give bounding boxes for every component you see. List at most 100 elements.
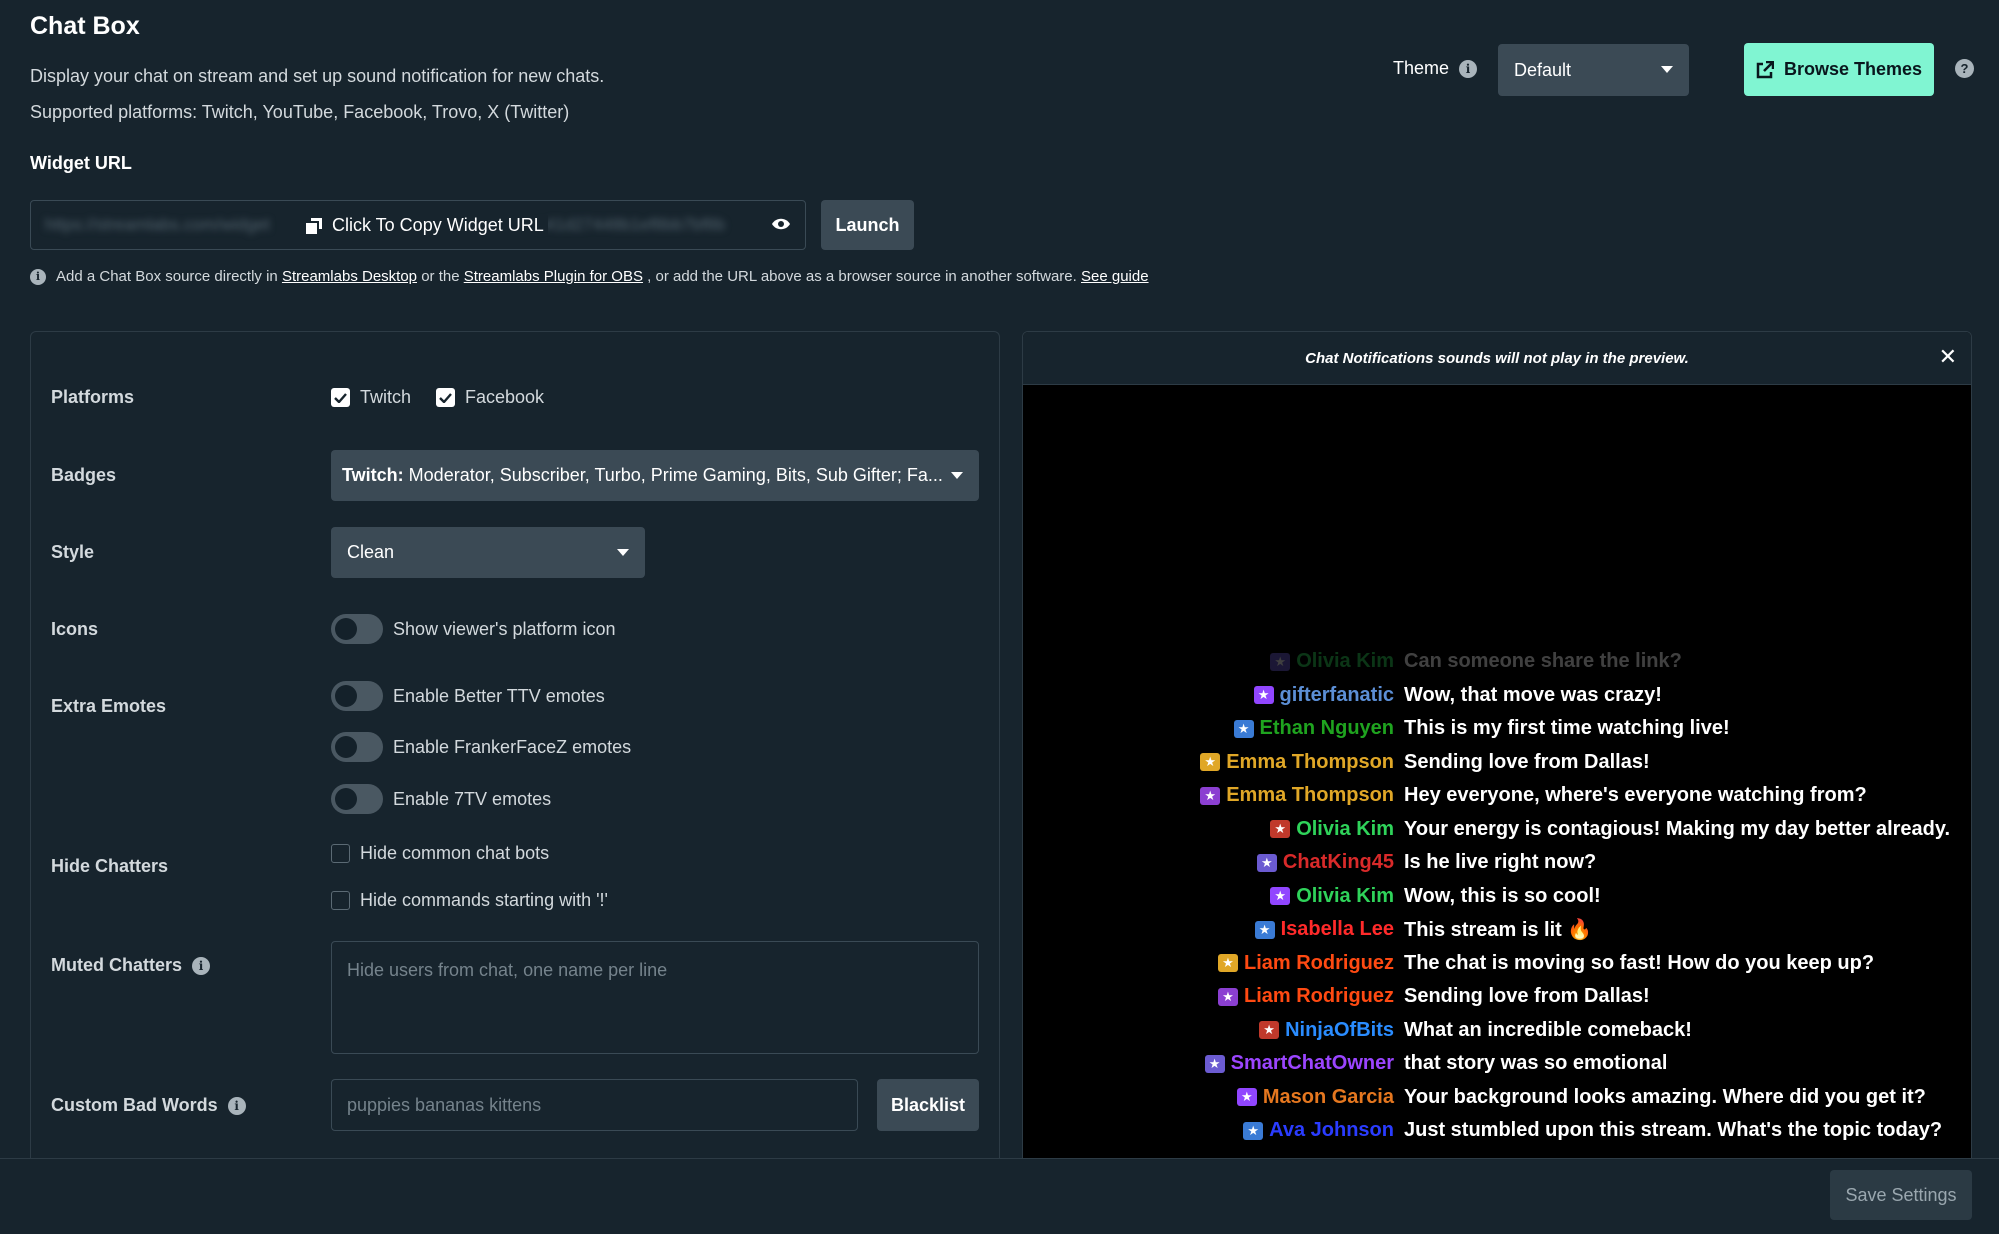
chat-message: ★ Liam Rodriguez The chat is moving so fas…	[1023, 947, 1971, 980]
hide-chatters-label: Hide Chatters	[51, 856, 169, 876]
user-badge-icon: ★	[1200, 753, 1221, 771]
hide-commands-label: Hide commands starting with '!'	[360, 890, 608, 910]
bttv-emotes-label: Enable Better TTV emotes	[393, 685, 605, 706]
badges-prefix: Twitch:	[342, 465, 404, 485]
toggle-switch[interactable]	[331, 681, 383, 711]
chat-message-text: Sending love from Dallas!	[1404, 750, 1650, 773]
chat-preview: ★ Olivia Kim Can someone share the link? ★ g…	[1022, 331, 1972, 1161]
chat-message-text: Is he live right now?	[1404, 851, 1597, 873]
chat-username: Isabella Lee	[1280, 918, 1394, 940]
preview-notice: Chat Notifications sounds will not play …	[1023, 332, 1971, 385]
platforms-label: Platforms	[51, 387, 135, 407]
muted-chatters-label: Muted Chatters i	[51, 955, 211, 976]
user-badge-icon: ★	[1259, 1021, 1280, 1039]
checkbox-unchecked-icon	[331, 891, 350, 910]
chat-username: NinjaOfBits	[1285, 1018, 1394, 1041]
eye-icon[interactable]	[771, 217, 791, 231]
chat-username: Liam Rodriguez	[1243, 985, 1394, 1007]
chat-message-text: What an incredible comeback!	[1404, 1018, 1692, 1041]
info-icon: i	[30, 268, 46, 285]
chat-username: Olivia Kim	[1296, 650, 1394, 672]
chat-message-author: ★ SmartChatOwner	[1023, 1052, 1394, 1075]
copy-icon	[306, 217, 322, 234]
see-guide-link[interactable]: See guide	[1081, 268, 1149, 285]
custom-bad-words-label: Custom Bad Words i	[51, 1095, 246, 1116]
toggle-switch[interactable]	[331, 784, 383, 814]
user-badge-icon: ★	[1236, 1088, 1257, 1106]
info-icon[interactable]: i	[192, 956, 211, 975]
user-badge-icon: ★	[1204, 1054, 1225, 1073]
chat-message: ★ Ethan Nguyen This is my first time watch…	[1023, 712, 1971, 745]
badges-select[interactable]: Twitch: Moderator, Subscriber, Turbo, Pr…	[331, 450, 979, 501]
bttv-emotes-toggle-row[interactable]: Enable Better TTV emotes	[331, 681, 605, 711]
7tv-emotes-label: Enable 7TV emotes	[393, 788, 552, 809]
theme-label: Theme i	[1393, 58, 1478, 79]
chat-message: ★ Olivia Kim Your energy is contagious! Ma…	[1023, 813, 1971, 846]
close-icon[interactable]: ✕	[1939, 346, 1957, 368]
save-settings-button[interactable]: Save Settings	[1830, 1170, 1972, 1220]
user-badge-icon: ★	[1256, 853, 1277, 872]
platform-twitch-checkbox[interactable]: Twitch	[331, 387, 411, 408]
chat-message-author: ★ Ethan Nguyen	[1023, 717, 1394, 740]
browse-themes-button[interactable]: Browse Themes	[1744, 43, 1934, 96]
external-link-icon	[1756, 60, 1774, 78]
caret-down-icon	[1661, 66, 1673, 73]
chat-message: ★ ChatKing45 Is he live right now?	[1023, 846, 1971, 879]
custom-bad-words-label-text: Custom Bad Words	[51, 1095, 218, 1115]
toggle-switch[interactable]	[331, 732, 383, 762]
toggle-switch[interactable]	[331, 614, 383, 644]
muted-chatters-label-text: Muted Chatters	[51, 955, 183, 975]
widget-url-label: Widget URL	[30, 153, 132, 173]
custom-bad-words-input[interactable]: puppies bananas kittens	[331, 1079, 858, 1131]
streamlabs-desktop-link[interactable]: Streamlabs Desktop	[282, 268, 417, 285]
user-badge-icon: ★	[1253, 686, 1274, 704]
help-icon[interactable]: ?	[1955, 59, 1974, 78]
ffz-emotes-toggle-row[interactable]: Enable FrankerFaceZ emotes	[331, 732, 631, 762]
chat-username: Olivia Kim	[1296, 817, 1394, 840]
chat-message: ★ Emma Thompson Hey everyone, where's ever…	[1023, 779, 1971, 812]
7tv-emotes-toggle-row[interactable]: Enable 7TV emotes	[331, 784, 551, 814]
chat-message-author: ★ Mason Garcia	[1023, 1086, 1394, 1109]
hide-bots-label: Hide common chat bots	[360, 843, 550, 863]
hide-commands-checkbox[interactable]: Hide commands starting with '!'	[331, 890, 608, 911]
chat-message-author: ★ Olivia Kim	[1023, 885, 1394, 908]
chat-message: ★ Mason Garcia Your background looks amazi…	[1023, 1081, 1971, 1114]
muted-chatters-textarea[interactable]: Hide users from chat, one name per line	[331, 941, 979, 1054]
badges-label: Badges	[51, 465, 117, 485]
icons-label: Icons	[51, 619, 99, 639]
badges-value: Moderator, Subscriber, Turbo, Prime Gami…	[408, 465, 942, 485]
style-value: Clean	[347, 542, 395, 562]
caret-down-icon	[617, 548, 629, 556]
extra-emotes-label: Extra Emotes	[51, 696, 167, 716]
copy-widget-url-button[interactable]: Click To Copy Widget URL	[301, 215, 548, 236]
platform-twitch-label: Twitch	[360, 387, 412, 407]
user-badge-icon: ★	[1243, 1121, 1264, 1140]
style-select[interactable]: Clean	[331, 527, 645, 578]
user-badge-icon: ★	[1233, 719, 1254, 738]
chat-message-author: ★ Liam Rodriguez	[1023, 952, 1394, 975]
show-platform-icon-toggle-row[interactable]: Show viewer's platform icon	[331, 614, 616, 644]
widget-url-field[interactable]: https://streamlabs.com/widget e41d27448b…	[30, 200, 806, 250]
chat-message-author: ★ Olivia Kim	[1023, 818, 1394, 841]
supported-platforms-text: Supported platforms: Twitch, YouTube, Fa…	[30, 102, 570, 122]
user-badge-icon: ★	[1200, 786, 1221, 805]
platform-facebook-checkbox[interactable]: Facebook	[436, 387, 544, 408]
info-icon[interactable]: i	[227, 1096, 246, 1115]
user-badge-icon: ★	[1217, 954, 1238, 972]
footer-bar	[0, 1158, 1999, 1234]
copy-widget-url-label: Click To Copy Widget URL	[332, 215, 544, 235]
page-title: Chat Box	[30, 12, 140, 40]
blacklist-button[interactable]: Blacklist	[877, 1079, 979, 1131]
chat-message: ★ Liam Rodriguez Sending love from Dallas!	[1023, 980, 1971, 1013]
chat-message-text: that story was so emotional	[1404, 1052, 1668, 1074]
chat-username: Mason Garcia	[1262, 1085, 1394, 1108]
streamlabs-obs-plugin-link[interactable]: Streamlabs Plugin for OBS	[464, 268, 643, 285]
chat-message: ★ SmartChatOwner that story was so emotion…	[1023, 1047, 1971, 1080]
chat-username: Ava Johnson	[1269, 1119, 1394, 1141]
user-badge-icon: ★	[1270, 820, 1291, 838]
hide-bots-checkbox[interactable]: Hide common chat bots	[331, 843, 549, 864]
theme-select[interactable]: Default	[1498, 44, 1689, 96]
info-icon[interactable]: i	[1459, 59, 1478, 78]
launch-button[interactable]: Launch	[821, 200, 914, 250]
chat-message-author: ★ gifterfanatic	[1023, 684, 1394, 707]
